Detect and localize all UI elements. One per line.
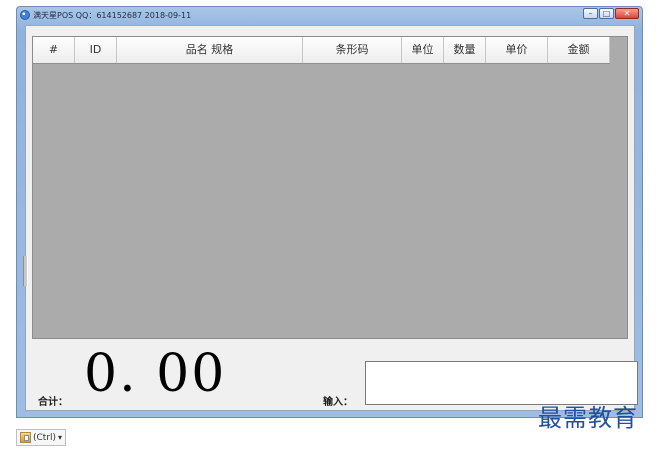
- grid-header-row: # ID 品名 规格 条形码 单位 数量 单价 金额: [33, 37, 610, 64]
- column-header-5[interactable]: 数量: [444, 37, 486, 63]
- column-header-4[interactable]: 单位: [402, 37, 444, 63]
- input-label: 输入：: [323, 397, 353, 408]
- window-client-area: # ID 品名 规格 条形码 单位 数量 单价 金额 合计： 0. 00 输入：: [23, 25, 638, 411]
- window-titlebar[interactable]: 满天星POS QQ：614152687 2018-09-11 – □ ✕: [17, 7, 642, 24]
- paste-options-button[interactable]: (Ctrl) ▾: [16, 429, 67, 446]
- column-header-6[interactable]: 单价: [486, 37, 548, 63]
- sales-grid[interactable]: # ID 品名 规格 条形码 单位 数量 单价 金额: [32, 36, 628, 339]
- paste-shortcut-label: (Ctrl): [33, 432, 57, 443]
- total-amount: 0. 00: [84, 344, 227, 404]
- watermark-text: 最需教育: [538, 404, 638, 432]
- total-label: 合计：: [38, 397, 68, 408]
- column-header-0[interactable]: #: [33, 37, 75, 63]
- column-header-3[interactable]: 条形码: [303, 37, 402, 63]
- window-title: 满天星POS QQ：614152687 2018-09-11: [33, 11, 192, 20]
- app-icon: [20, 10, 30, 20]
- maximize-button[interactable]: □: [599, 8, 614, 19]
- pos-window: 满天星POS QQ：614152687 2018-09-11 – □ ✕ # ID…: [16, 6, 643, 418]
- clipboard-icon: [20, 432, 31, 443]
- left-splitter-handle[interactable]: [23, 256, 28, 286]
- column-header-7[interactable]: 金额: [548, 37, 610, 63]
- screenshot-stage: 满天星POS QQ：614152687 2018-09-11 – □ ✕ # ID…: [0, 0, 660, 449]
- minimize-button[interactable]: –: [583, 8, 598, 19]
- column-header-2[interactable]: 品名 规格: [117, 37, 303, 63]
- close-button[interactable]: ✕: [615, 8, 639, 19]
- column-header-1[interactable]: ID: [75, 37, 117, 63]
- chevron-down-icon: ▾: [58, 432, 63, 442]
- window-controls: – □ ✕: [583, 8, 639, 19]
